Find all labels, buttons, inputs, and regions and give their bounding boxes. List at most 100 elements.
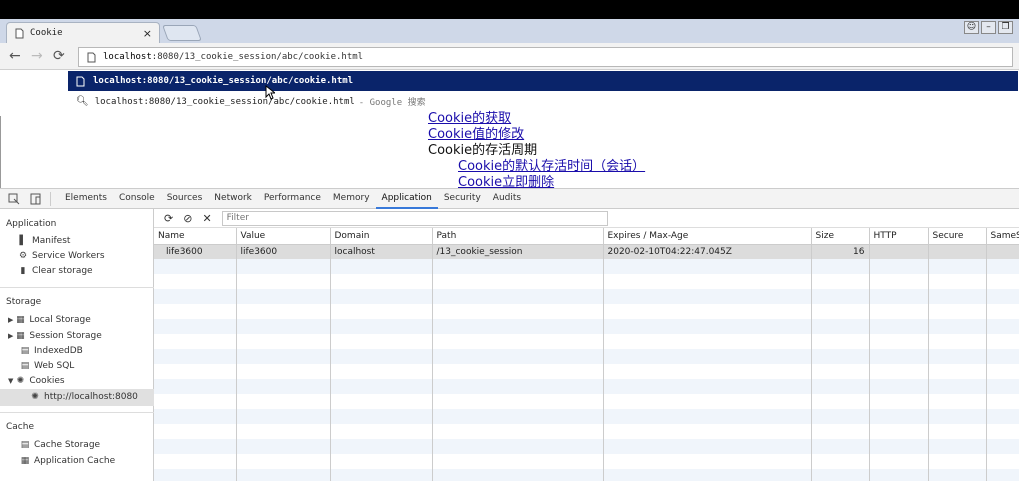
empty-cell	[986, 274, 1019, 289]
empty-cell	[154, 424, 237, 439]
empty-cell	[154, 394, 237, 409]
empty-cell	[236, 349, 331, 364]
empty-cell	[330, 289, 433, 304]
empty-cell	[432, 259, 604, 274]
new-tab-button[interactable]	[162, 25, 202, 41]
empty-cell	[603, 334, 812, 349]
filter-input[interactable]	[221, 210, 608, 226]
tab-application[interactable]: Application	[375, 188, 438, 209]
suggestion-search[interactable]: 🔍︎ localhost:8080/13_cookie_session/abc/…	[76, 95, 426, 108]
empty-cell	[811, 424, 870, 439]
sidebar-item-label: Web SQL	[34, 361, 75, 371]
page-icon	[87, 52, 96, 62]
clear-all-icon[interactable]: ⊘	[183, 212, 192, 225]
tab-memory[interactable]: Memory	[327, 188, 376, 209]
empty-cell	[811, 319, 870, 334]
empty-cell	[603, 364, 812, 379]
minimize-icon[interactable]: –	[981, 21, 996, 34]
suggestion-url[interactable]: localhost:8080/13_cookie_session/abc/coo…	[68, 71, 1018, 91]
column-header-value[interactable]: Value	[236, 228, 331, 245]
column-header-secure[interactable]: Secure	[928, 228, 987, 245]
tab-console[interactable]: Console	[113, 188, 161, 209]
empty-cell	[986, 454, 1019, 469]
suggestion-search-suffix: - Google 搜索	[358, 98, 426, 108]
empty-cell	[869, 364, 929, 379]
document-icon: ▌	[19, 236, 27, 246]
empty-cell	[811, 364, 870, 379]
table-row[interactable]: life3600 life3600 localhost /13_cookie_s…	[154, 244, 1019, 259]
empty-cell	[154, 304, 237, 319]
cell-expires: 2020-02-10T04:22:47.045Z	[603, 244, 812, 259]
application-sidebar: Application ▌ Manifest ⚙ Service Workers ▮…	[0, 209, 154, 481]
refresh-icon[interactable]: ⟳	[164, 212, 173, 225]
column-header-size[interactable]: Size	[811, 228, 870, 245]
empty-cell	[869, 274, 929, 289]
empty-cell	[154, 454, 237, 469]
empty-cell	[811, 334, 870, 349]
restore-icon[interactable]: ❐	[998, 21, 1013, 34]
empty-cell	[236, 379, 331, 394]
empty-cell	[928, 319, 987, 334]
sidebar-item-manifest[interactable]: ▌ Manifest	[18, 236, 71, 246]
expand-arrow-icon[interactable]: ▶	[8, 316, 13, 324]
forward-arrow-icon[interactable]: →	[31, 49, 43, 63]
empty-cell	[869, 289, 929, 304]
inspect-element-icon[interactable]	[6, 192, 22, 206]
empty-cell	[811, 259, 870, 274]
empty-table-row	[154, 469, 1019, 481]
tab-security[interactable]: Security	[438, 188, 487, 209]
sidebar-item-local-storage[interactable]: ▶ ▦ Local Storage	[8, 315, 91, 325]
tab-audits[interactable]: Audits	[487, 188, 527, 209]
sidebar-item-service-workers[interactable]: ⚙ Service Workers	[18, 251, 105, 261]
empty-cell	[869, 409, 929, 424]
empty-cell	[236, 319, 331, 334]
column-header-http[interactable]: HTTP	[869, 228, 929, 245]
empty-cell	[603, 439, 812, 454]
back-arrow-icon[interactable]: ←	[9, 49, 21, 63]
empty-table-row	[154, 349, 1019, 364]
sidebar-item-session-storage[interactable]: ▶ ▦ Session Storage	[8, 331, 102, 341]
empty-cell	[330, 379, 433, 394]
browser-tab-cookie[interactable]: Cookie ×	[6, 22, 160, 43]
empty-cell	[603, 259, 812, 274]
sidebar-item-web-sql[interactable]: ▤ Web SQL	[20, 361, 75, 371]
empty-cell	[811, 454, 870, 469]
cookies-panel: ⟳ ⊘ ✕ Name Value Domain Path Expires / M…	[154, 209, 1019, 481]
sidebar-item-cookies[interactable]: ▼ ✺ Cookies	[8, 376, 65, 386]
suggestion-url-text: localhost:8080/13_cookie_session/abc/coo…	[93, 76, 354, 86]
empty-table-row	[154, 319, 1019, 334]
empty-cell	[603, 349, 812, 364]
address-url[interactable]: localhost:8080/13_cookie_session/abc/coo…	[103, 52, 363, 62]
sidebar-item-clear-storage[interactable]: ▮ Clear storage	[18, 266, 93, 276]
sidebar-item-application-cache[interactable]: ▦ Application Cache	[20, 456, 115, 466]
empty-cell	[869, 259, 929, 274]
expand-arrow-icon[interactable]: ▶	[8, 332, 13, 340]
tab-sources[interactable]: Sources	[161, 188, 209, 209]
sidebar-item-cache-storage[interactable]: ▤ Cache Storage	[20, 440, 100, 450]
delete-selected-icon[interactable]: ✕	[202, 212, 211, 225]
sidebar-item-indexeddb[interactable]: ▤ IndexedDB	[20, 346, 83, 356]
empty-cell	[330, 469, 433, 481]
column-header-expires[interactable]: Expires / Max-Age	[603, 228, 812, 245]
empty-cell	[869, 319, 929, 334]
column-header-name[interactable]: Name	[154, 228, 237, 245]
column-header-domain[interactable]: Domain	[330, 228, 433, 245]
tab-network[interactable]: Network	[208, 188, 258, 209]
empty-cell	[869, 454, 929, 469]
empty-cell	[928, 289, 987, 304]
device-toolbar-icon[interactable]	[28, 192, 44, 206]
empty-cell	[154, 334, 237, 349]
close-tab-icon[interactable]: ×	[143, 27, 152, 40]
column-header-path[interactable]: Path	[432, 228, 604, 245]
empty-cell	[432, 334, 604, 349]
sidebar-item-cookie-origin[interactable]: ✺ http://localhost:8080	[30, 392, 138, 402]
tab-performance[interactable]: Performance	[258, 188, 327, 209]
section-header-storage: Storage	[6, 297, 42, 307]
column-header-samesite[interactable]: SameSite	[986, 228, 1019, 245]
user-icon[interactable]: ☺	[964, 21, 979, 34]
empty-cell	[330, 439, 433, 454]
address-bar[interactable]: localhost:8080/13_cookie_session/abc/coo…	[78, 47, 1013, 67]
tab-elements[interactable]: Elements	[59, 188, 113, 209]
reload-icon[interactable]: ⟳	[53, 49, 65, 63]
collapse-arrow-icon[interactable]: ▼	[8, 377, 13, 385]
